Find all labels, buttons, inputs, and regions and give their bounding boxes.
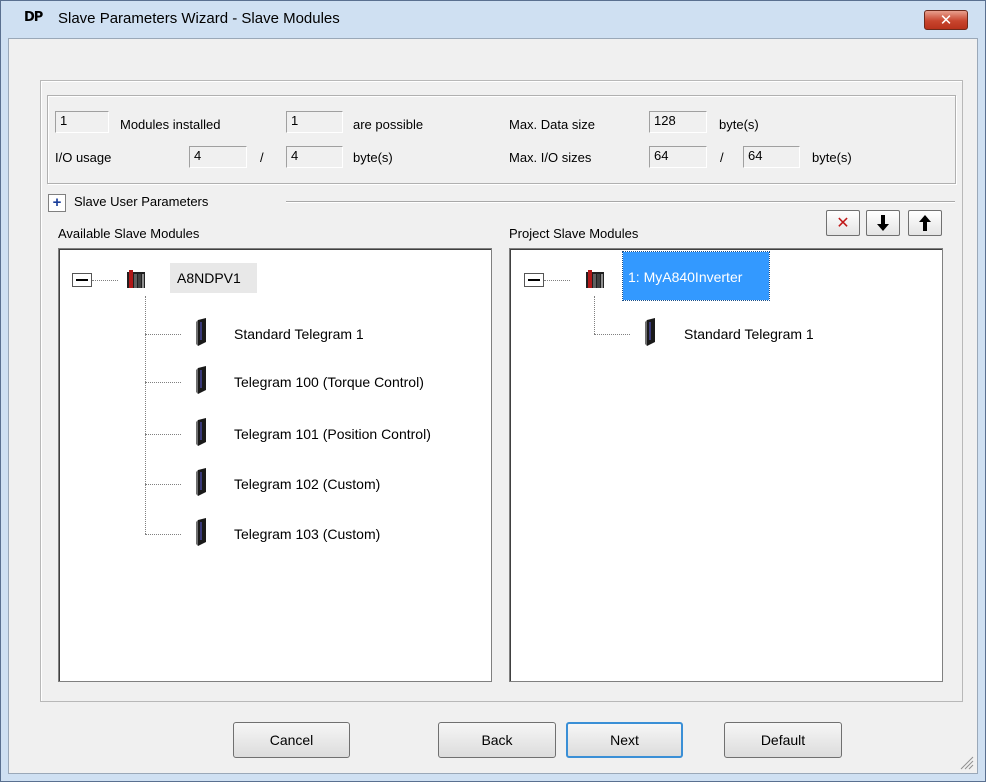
arrow-up-icon <box>919 215 931 231</box>
resize-grip-icon[interactable] <box>956 752 974 770</box>
separator-line <box>286 201 955 203</box>
tree-item-available[interactable]: Telegram 102 (Custom) <box>234 476 380 492</box>
telegram-module-icon <box>196 366 206 394</box>
project-modules-heading: Project Slave Modules <box>509 226 639 241</box>
tree-connector <box>145 434 181 435</box>
modules-installed-label: Modules installed <box>120 117 221 132</box>
default-button[interactable]: Default <box>724 722 842 758</box>
io-usage-in-field: 4 <box>189 146 247 168</box>
tree-item-available[interactable]: Standard Telegram 1 <box>234 326 364 342</box>
arrow-down-icon <box>877 215 889 231</box>
tree-root-available[interactable]: A8NDPV1 <box>177 270 241 286</box>
next-button[interactable]: Next <box>566 722 683 758</box>
available-modules-tree[interactable] <box>58 248 492 682</box>
tree-item-available[interactable]: Telegram 101 (Position Control) <box>234 426 431 442</box>
io-usage-label: I/O usage <box>55 150 112 165</box>
close-button[interactable]: ✕ <box>924 10 968 30</box>
modules-installed-field: 1 <box>55 111 109 133</box>
possible-label: are possible <box>353 117 424 132</box>
project-modules-tree[interactable] <box>509 248 943 682</box>
close-icon: ✕ <box>939 11 953 29</box>
max-io-sizes-label: Max. I/O sizes <box>509 150 592 165</box>
collapse-toggle-project[interactable] <box>524 273 544 287</box>
telegram-module-icon <box>196 468 206 496</box>
module-info-group <box>47 95 956 184</box>
tree-item-available[interactable]: Telegram 103 (Custom) <box>234 526 380 542</box>
tree-root-project[interactable]: 1: MyA840Inverter <box>628 269 742 285</box>
window-title: Slave Parameters Wizard - Slave Modules <box>58 10 340 27</box>
slave-user-parameters-label[interactable]: Slave User Parameters <box>74 194 208 209</box>
possible-field: 1 <box>286 111 343 133</box>
dp-logo-icon: DP <box>24 10 43 25</box>
max-io-in-field: 64 <box>649 146 707 168</box>
max-data-size-field: 128 <box>649 111 707 133</box>
telegram-module-icon <box>645 318 655 346</box>
expand-user-parameters-button[interactable]: + <box>48 194 66 212</box>
rack-module-icon <box>127 270 145 288</box>
tree-connector <box>92 280 118 281</box>
max-io-out-field: 64 <box>743 146 800 168</box>
tree-connector <box>145 484 181 485</box>
delete-module-button[interactable]: ✕ <box>826 210 860 236</box>
title-bar[interactable]: DP Slave Parameters Wizard - Slave Modul… <box>0 0 986 38</box>
max-data-size-unit: byte(s) <box>719 117 759 132</box>
back-button[interactable]: Back <box>438 722 556 758</box>
max-io-separator: / <box>720 150 724 165</box>
available-modules-heading: Available Slave Modules <box>58 226 200 241</box>
rack-module-icon <box>586 270 604 288</box>
telegram-module-icon <box>196 318 206 346</box>
move-down-button[interactable] <box>866 210 900 236</box>
tree-item-project[interactable]: Standard Telegram 1 <box>684 326 814 342</box>
tree-connector <box>594 334 630 335</box>
collapse-toggle-available[interactable] <box>72 273 92 287</box>
tree-connector <box>145 296 146 534</box>
cancel-button[interactable]: Cancel <box>233 722 350 758</box>
io-usage-unit: byte(s) <box>353 150 393 165</box>
tree-item-available[interactable]: Telegram 100 (Torque Control) <box>234 374 424 390</box>
move-up-button[interactable] <box>908 210 942 236</box>
telegram-module-icon <box>196 518 206 546</box>
io-usage-separator: / <box>260 150 264 165</box>
delete-icon: ✕ <box>836 213 850 232</box>
tree-connector <box>145 534 181 535</box>
max-io-unit: byte(s) <box>812 150 852 165</box>
tree-connector <box>544 280 570 281</box>
tree-connector <box>145 334 181 335</box>
tree-connector <box>594 296 595 334</box>
tree-connector <box>145 382 181 383</box>
telegram-module-icon <box>196 418 206 446</box>
io-usage-out-field: 4 <box>286 146 343 168</box>
max-data-size-label: Max. Data size <box>509 117 595 132</box>
